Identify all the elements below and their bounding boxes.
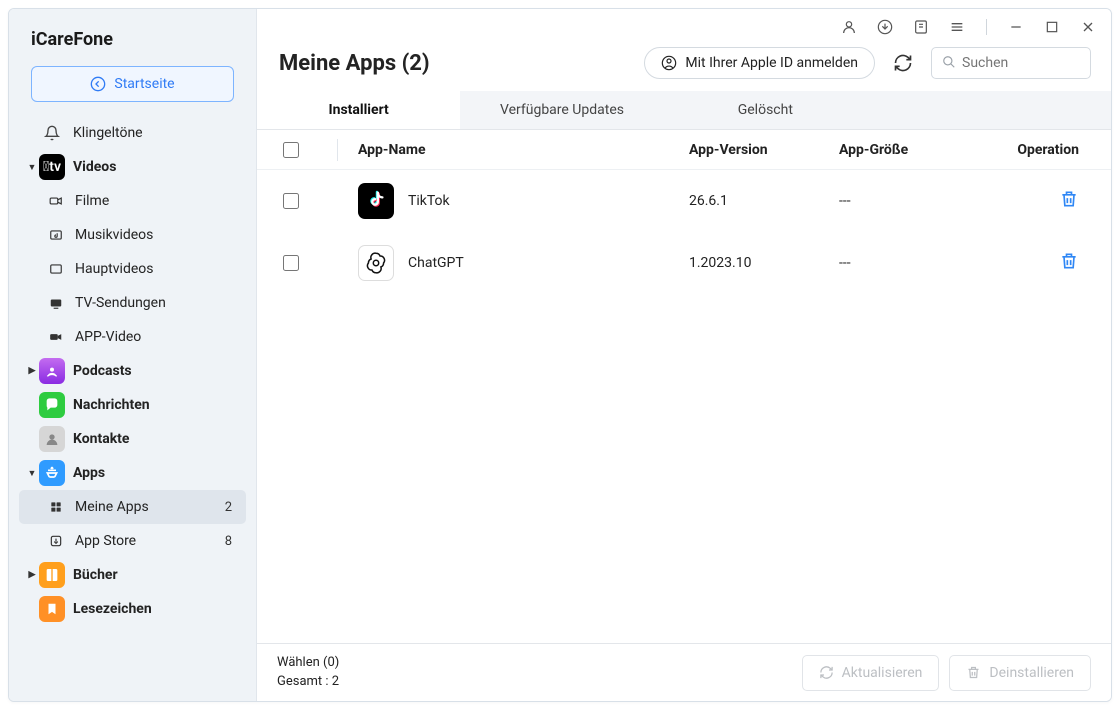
chevron-down-icon: ▼ (25, 162, 39, 173)
sidebar-item-videos[interactable]: ▼ tv Videos (19, 150, 246, 184)
bookmarks-icon (39, 596, 65, 622)
row-checkbox[interactable] (283, 255, 299, 271)
chevron-right-icon: ▶ (25, 570, 39, 580)
download-icon[interactable] (876, 18, 894, 36)
sidebar-item-label: Apps (73, 465, 238, 481)
sidebar-item-label: TV-Sendungen (75, 295, 238, 311)
column-version: App-Version (689, 142, 839, 158)
search-input-container[interactable] (931, 47, 1091, 79)
sidebar-item-my-apps[interactable]: Meine Apps 2 (19, 490, 246, 524)
home-video-icon (47, 260, 65, 278)
trash-icon (966, 665, 981, 680)
count-badge: 8 (225, 534, 238, 549)
app-name: TikTok (408, 193, 450, 209)
uninstall-button[interactable]: Deinstallieren (949, 655, 1091, 691)
column-operation: Operation (989, 142, 1089, 158)
app-version: 26.6.1 (689, 193, 839, 209)
sidebar-item-podcasts[interactable]: ▶ Podcasts (19, 354, 246, 388)
my-apps-icon (47, 498, 65, 516)
page-title: Meine Apps (2) (279, 51, 632, 76)
sidebar-item-filme[interactable]: Filme (19, 184, 246, 218)
tv-icon (47, 294, 65, 312)
sidebar-item-label: Podcasts (73, 363, 238, 379)
sidebar-item-bookmarks[interactable]: ▶ Lesezeichen (19, 592, 246, 626)
minimize-button[interactable] (1007, 18, 1025, 36)
sidebar-item-label: Bücher (73, 567, 238, 583)
delete-button[interactable] (1059, 251, 1079, 275)
app-size: --- (839, 193, 989, 209)
chevron-right-icon: ▶ (25, 366, 39, 376)
sidebar-item-label: APP-Video (75, 329, 238, 345)
sidebar-item-contacts[interactable]: ▶ Kontakte (19, 422, 246, 456)
selection-count: Wählen (0) (277, 654, 339, 672)
app-video-icon (47, 328, 65, 346)
sidebar-item-messages[interactable]: ▶ Nachrichten (19, 388, 246, 422)
messages-icon (39, 392, 65, 418)
podcasts-icon (39, 358, 65, 384)
sidebar-item-label: App Store (75, 533, 225, 549)
apps-icon (39, 460, 65, 486)
maximize-button[interactable] (1043, 18, 1061, 36)
sidebar-item-ringtones[interactable]: ▶ Klingeltöne (19, 116, 246, 150)
sidebar-item-label: Kontakte (73, 431, 238, 447)
search-icon (942, 54, 956, 73)
sidebar-item-apps[interactable]: ▼ Apps (19, 456, 246, 490)
count-badge: 2 (225, 500, 238, 515)
home-label: Startseite (114, 76, 174, 92)
chevron-down-icon: ▼ (25, 468, 39, 479)
sidebar-item-app-store[interactable]: App Store 8 (19, 524, 246, 558)
back-arrow-icon (90, 76, 106, 92)
search-input[interactable] (962, 55, 1080, 71)
sidebar-item-label: Filme (75, 193, 238, 209)
menu-icon[interactable] (948, 18, 966, 36)
signin-apple-button[interactable]: Mit Ihrer Apple ID anmelden (644, 47, 875, 79)
table-row: TikTok 26.6.1--- (257, 170, 1111, 232)
app-brand: iCareFone (9, 19, 256, 62)
sidebar-item-label: Musikvideos (75, 227, 238, 243)
sidebar-item-label: Nachrichten (73, 397, 238, 413)
camera-icon (47, 192, 65, 210)
user-circle-icon (661, 55, 677, 71)
music-video-icon (47, 226, 65, 244)
books-icon (39, 562, 65, 588)
row-checkbox[interactable] (283, 193, 299, 209)
sidebar-item-label: Meine Apps (75, 499, 225, 515)
total-count: Gesamt : 2 (277, 673, 339, 691)
sidebar-item-books[interactable]: ▶ Bücher (19, 558, 246, 592)
tab-deleted[interactable]: Gelöscht (664, 91, 867, 129)
home-button[interactable]: Startseite (31, 66, 234, 102)
tab-updates[interactable]: Verfügbare Updates (460, 91, 663, 129)
bell-icon (39, 120, 65, 146)
user-icon[interactable] (840, 18, 858, 36)
sidebar-item-appvideo[interactable]: APP-Video (19, 320, 246, 354)
refresh-icon-button[interactable] (887, 47, 919, 79)
sidebar-item-label: Videos (73, 159, 238, 175)
feedback-icon[interactable] (912, 18, 930, 36)
delete-button[interactable] (1059, 189, 1079, 213)
sidebar-item-tv[interactable]: TV-Sendungen (19, 286, 246, 320)
app-size: --- (839, 255, 989, 271)
table-row: ChatGPT 1.2023.10--- (257, 232, 1111, 294)
sidebar-item-label: Lesezeichen (73, 601, 238, 617)
videos-icon: tv (39, 154, 65, 180)
tab-installed[interactable]: Installiert (257, 91, 460, 129)
refresh-label: Aktualisieren (842, 665, 923, 681)
contacts-icon (39, 426, 65, 452)
app-name: ChatGPT (408, 255, 464, 271)
column-size: App-Größe (839, 142, 989, 158)
uninstall-label: Deinstallieren (989, 665, 1074, 681)
sidebar-item-label: Hauptvideos (75, 261, 238, 277)
signin-label: Mit Ihrer Apple ID anmelden (685, 55, 858, 71)
app-version: 1.2023.10 (689, 255, 839, 271)
sidebar-item-label: Klingeltöne (73, 125, 238, 141)
app-store-icon (47, 532, 65, 550)
sidebar-item-hauptvideos[interactable]: Hauptvideos (19, 252, 246, 286)
column-name: App-Name (358, 142, 689, 158)
refresh-button[interactable]: Aktualisieren (802, 655, 940, 691)
refresh-icon (819, 665, 834, 680)
sidebar-item-musikvideos[interactable]: Musikvideos (19, 218, 246, 252)
close-button[interactable] (1079, 18, 1097, 36)
select-all-checkbox[interactable] (283, 142, 299, 158)
